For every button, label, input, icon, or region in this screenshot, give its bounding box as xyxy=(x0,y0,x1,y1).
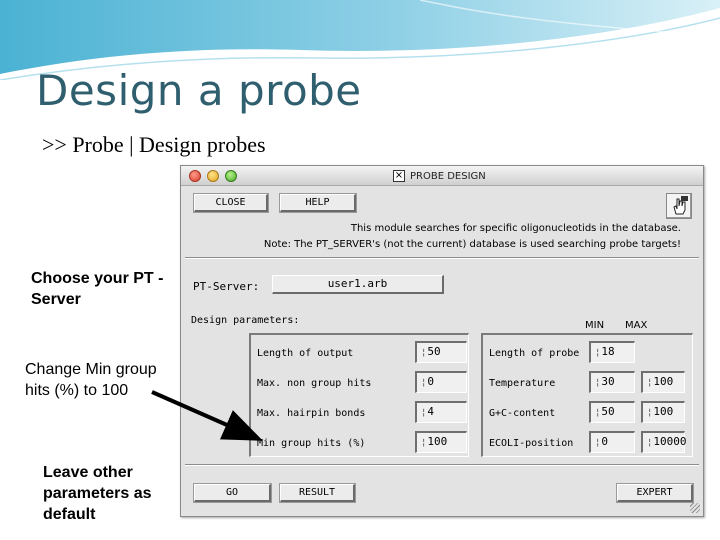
hand-pointer-icon[interactable] xyxy=(666,193,692,219)
param-label: ECOLI-position xyxy=(489,438,574,449)
param-label: Max. non group hits xyxy=(257,378,372,389)
param-label: G+C-content xyxy=(489,408,556,419)
pt-server-select[interactable]: user1.arb xyxy=(272,275,444,294)
min-column-header: MIN xyxy=(585,320,605,331)
max-column-header: MAX xyxy=(625,320,648,331)
x11-icon: ⨯ xyxy=(393,170,405,182)
window-close-dot-icon[interactable] xyxy=(189,170,201,182)
param-ecoli-position: ECOLI-position 0 10000 xyxy=(489,431,693,455)
param-label: Length of output xyxy=(257,348,354,359)
go-button[interactable]: GO xyxy=(193,483,272,503)
temperature-max-input[interactable]: 100 xyxy=(641,371,685,393)
info-note-line: Note: The PT_SERVER's (not the current) … xyxy=(263,239,681,250)
param-max-non-group-hits: Max. non group hits 0 xyxy=(257,371,467,395)
temperature-min-input[interactable]: 30 xyxy=(589,371,635,393)
separator xyxy=(185,257,699,259)
param-label: Length of probe xyxy=(489,348,580,359)
param-gc-content: G+C-content 50 100 xyxy=(489,401,693,425)
ecoli-position-max-input[interactable]: 10000 xyxy=(641,431,687,453)
expert-button[interactable]: EXPERT xyxy=(616,483,694,503)
param-temperature: Temperature 30 100 xyxy=(489,371,693,395)
max-hairpin-bonds-input[interactable]: 4 xyxy=(415,401,467,423)
window-title-group: ⨯ PROBE DESIGN xyxy=(393,169,486,183)
left-parameter-group: Length of output 50 Max. non group hits … xyxy=(249,333,469,457)
param-length-of-probe: Length of probe 18 xyxy=(489,341,693,365)
note-choose-pt-server: Choose your PT -Server xyxy=(31,270,164,308)
param-label: Min group hits (%) xyxy=(257,438,366,449)
right-parameter-group: Length of probe 18 Temperature 30 100 G+… xyxy=(481,333,693,457)
param-max-hairpin-bonds: Max. hairpin bonds 4 xyxy=(257,401,467,425)
param-label: Max. hairpin bonds xyxy=(257,408,366,419)
probe-design-window: ⨯ PROBE DESIGN CLOSE HELP This module se… xyxy=(180,165,704,517)
ecoli-position-min-input[interactable]: 0 xyxy=(589,431,635,453)
close-button[interactable]: CLOSE xyxy=(193,193,269,213)
length-of-output-input[interactable]: 50 xyxy=(415,341,467,363)
max-non-group-hits-input[interactable]: 0 xyxy=(415,371,467,393)
param-length-of-output: Length of output 50 xyxy=(257,341,467,365)
length-of-probe-min-input[interactable]: 18 xyxy=(589,341,635,363)
window-titlebar[interactable]: ⨯ PROBE DESIGN xyxy=(181,166,703,186)
gc-content-min-input[interactable]: 50 xyxy=(589,401,635,423)
gc-content-max-input[interactable]: 100 xyxy=(641,401,685,423)
result-button[interactable]: RESULT xyxy=(279,483,356,503)
slide-subtitle: >> Probe | Design probes xyxy=(42,132,266,157)
note-leave-defaults: Leave other parameters as default xyxy=(43,464,152,523)
window-title: PROBE DESIGN xyxy=(410,170,486,182)
min-group-hits-input[interactable]: 100 xyxy=(415,431,467,453)
info-text-line: This module searches for specific oligon… xyxy=(350,223,681,234)
design-parameters-label: Design parameters: xyxy=(191,315,300,326)
param-min-group-hits: Min group hits (%) 100 xyxy=(257,431,467,455)
pt-server-label: PT-Server: xyxy=(193,280,260,293)
resize-grip-icon[interactable] xyxy=(690,503,700,513)
window-zoom-dot-icon[interactable] xyxy=(225,170,237,182)
param-label: Temperature xyxy=(489,378,556,389)
help-button[interactable]: HELP xyxy=(279,193,357,213)
window-minimize-dot-icon[interactable] xyxy=(207,170,219,182)
slide-title: Design a probe xyxy=(36,66,362,115)
separator xyxy=(185,464,699,466)
note-change-min-group-hits: Change Min group hits (%) to 100 xyxy=(25,361,157,399)
